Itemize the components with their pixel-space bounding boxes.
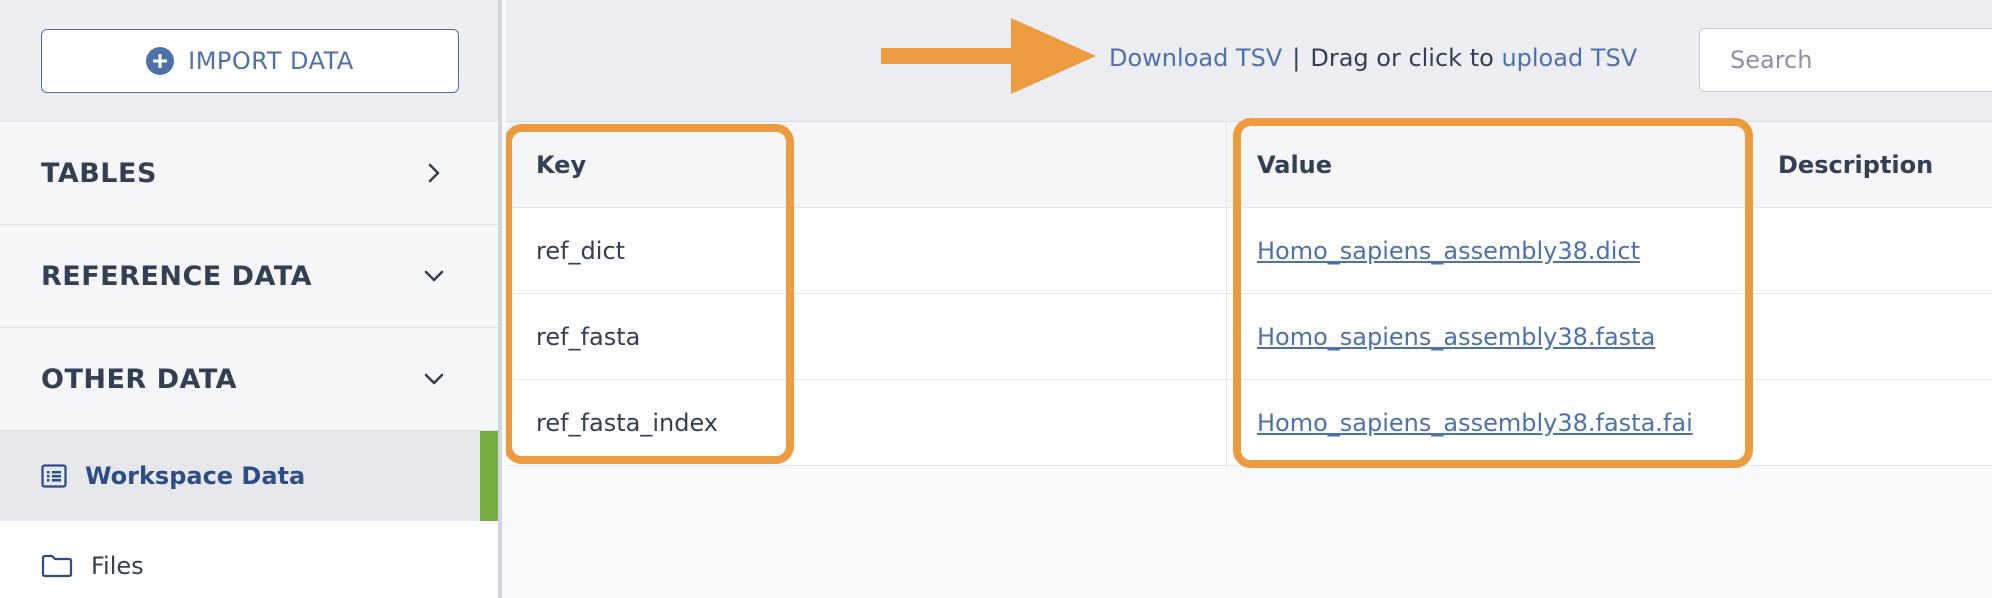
sidebar: IMPORT DATA TABLES REFERENCE DATA OTHER … [0, 0, 502, 598]
file-link[interactable]: Homo_sapiens_assembly38.fasta.fai [1257, 409, 1693, 437]
section-tables-label: TABLES [41, 157, 157, 189]
import-data-label: IMPORT DATA [188, 46, 354, 75]
sidebar-item-workspace-data[interactable]: Workspace Data [0, 431, 498, 521]
column-header-key[interactable]: Key [506, 122, 1227, 207]
search-input[interactable] [1699, 28, 1992, 92]
drag-text: Drag or click to [1310, 44, 1494, 72]
description-cell [1748, 208, 1992, 293]
description-cell [1748, 294, 1992, 379]
value-cell: Homo_sapiens_assembly38.fasta.fai [1227, 380, 1748, 465]
table-row: ref_fasta_index Homo_sapiens_assembly38.… [506, 380, 1992, 466]
key-cell: ref_dict [506, 208, 1227, 293]
description-cell [1748, 380, 1992, 465]
chevron-right-icon [428, 163, 440, 183]
active-indicator [480, 431, 498, 521]
column-header-value[interactable]: Value [1227, 122, 1748, 207]
plus-circle-icon [146, 46, 175, 75]
sidebar-item-files[interactable]: Files [0, 521, 498, 598]
key-cell: ref_fasta_index [506, 380, 1227, 465]
table-header-row: Key Value Description [506, 122, 1992, 208]
list-icon [41, 464, 67, 488]
section-tables[interactable]: TABLES [0, 122, 498, 225]
column-header-description[interactable]: Description [1748, 122, 1992, 207]
import-data-button[interactable]: IMPORT DATA [41, 28, 459, 93]
toolbar-separator: | [1292, 44, 1301, 72]
toolbar: Download TSV | Drag or click to upload TSV [506, 0, 1992, 122]
toolbar-links: Download TSV | Drag or click to upload TSV [1109, 44, 1637, 72]
section-reference-data[interactable]: REFERENCE DATA [0, 225, 498, 328]
section-reference-data-label: REFERENCE DATA [41, 260, 313, 292]
chevron-down-icon [424, 270, 444, 282]
folder-icon [41, 554, 73, 578]
download-tsv-link[interactable]: Download TSV [1109, 44, 1282, 72]
arrow-right-icon [881, 18, 1096, 94]
file-link[interactable]: Homo_sapiens_assembly38.dict [1257, 237, 1640, 265]
table-row: ref_dict Homo_sapiens_assembly38.dict [506, 208, 1992, 294]
import-area: IMPORT DATA [0, 0, 498, 122]
sidebar-item-workspace-data-label: Workspace Data [85, 462, 306, 490]
section-other-data[interactable]: OTHER DATA [0, 328, 498, 431]
data-table: Key Value Description ref_dict Homo_sapi… [506, 122, 1992, 466]
value-cell: Homo_sapiens_assembly38.dict [1227, 208, 1748, 293]
sidebar-item-files-label: Files [91, 552, 144, 580]
main-content: Download TSV | Drag or click to upload TSV… [506, 0, 1992, 598]
chevron-down-icon [424, 373, 444, 385]
key-cell: ref_fasta [506, 294, 1227, 379]
value-cell: Homo_sapiens_assembly38.fasta [1227, 294, 1748, 379]
section-other-data-label: OTHER DATA [41, 363, 238, 395]
file-link[interactable]: Homo_sapiens_assembly38.fasta [1257, 323, 1655, 351]
table-row: ref_fasta Homo_sapiens_assembly38.fasta [506, 294, 1992, 380]
upload-tsv-link[interactable]: upload TSV [1501, 44, 1637, 72]
